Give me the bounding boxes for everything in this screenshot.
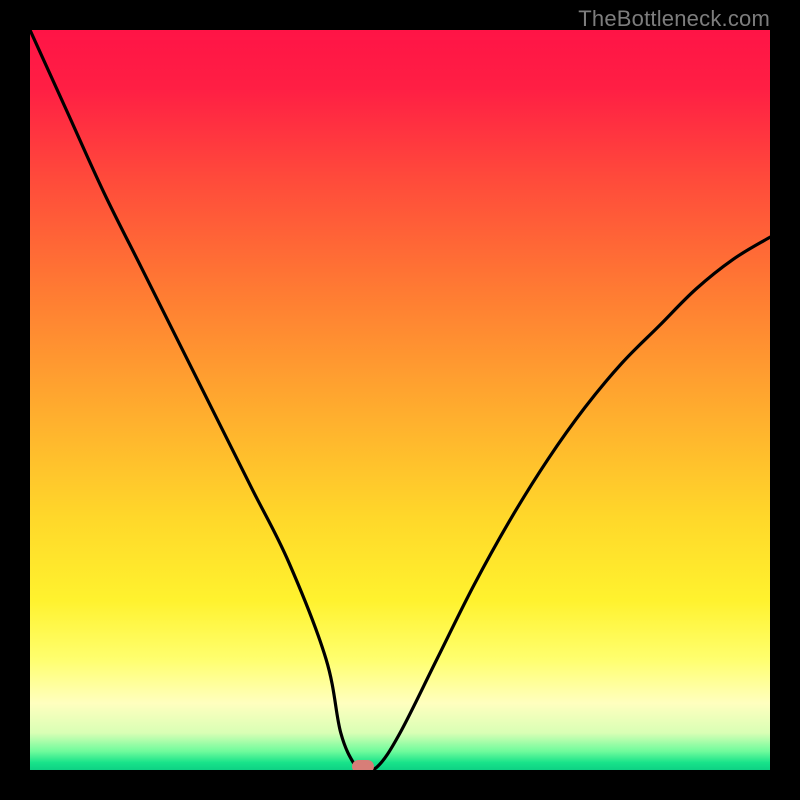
curve-svg bbox=[30, 30, 770, 770]
plot-area bbox=[30, 30, 770, 770]
watermark-text: TheBottleneck.com bbox=[578, 6, 770, 32]
minimum-marker bbox=[352, 760, 374, 770]
chart-frame: TheBottleneck.com bbox=[0, 0, 800, 800]
bottleneck-curve bbox=[30, 30, 770, 770]
